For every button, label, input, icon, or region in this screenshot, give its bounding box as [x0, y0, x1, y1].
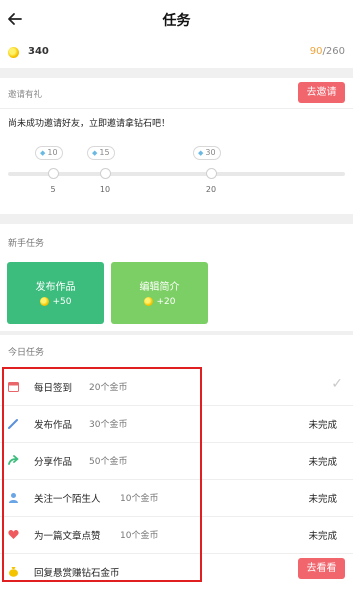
invite-label: 邀请有礼 [8, 90, 43, 100]
coin-summary: 340 90/260 [0, 40, 353, 68]
task-name: 分享作品 [34, 457, 73, 468]
task-status: 未完成 [308, 457, 337, 468]
newbie-card-name: 编辑简介 [139, 282, 180, 293]
task-row-publish[interactable]: 发布作品 30个金币 未完成 [0, 405, 353, 443]
milestone-reward-3: ◆ 30 [193, 146, 221, 160]
checkmark-icon: ✓ [331, 376, 343, 392]
money-bag-icon [9, 567, 18, 577]
milestone-node-2 [100, 168, 111, 179]
newbie-card-name: 发布作品 [35, 282, 76, 293]
task-row-like[interactable]: 为一篇文章点赞 10个金币 未完成 [0, 516, 353, 554]
task-name: 每日签到 [34, 383, 73, 394]
coin-icon [8, 47, 19, 58]
coin-progress: 90/260 [310, 46, 345, 57]
divider [0, 108, 353, 109]
milestone-node-1 [48, 168, 59, 179]
person-icon [9, 493, 18, 503]
milestone-label-2: 10 [99, 185, 111, 194]
pencil-icon [8, 419, 18, 429]
invite-button[interactable]: 去邀请 [298, 82, 345, 103]
task-row-share[interactable]: 分享作品 50个金币 未完成 [0, 442, 353, 480]
page-title: 任务 [162, 13, 191, 29]
newbie-card-reward: +20 [111, 297, 208, 307]
task-row-follow[interactable]: 关注一个陌生人 10个金币 未完成 [0, 479, 353, 517]
task-status: 未完成 [308, 420, 337, 431]
coin-count: 340 [28, 46, 49, 57]
newbie-card-reward: +50 [7, 297, 104, 307]
task-name: 回复悬赏赚钻石金币 [34, 568, 120, 579]
coin-icon [143, 297, 153, 306]
task-reward: 30个金币 [89, 420, 128, 430]
heart-icon [8, 530, 19, 539]
diamond-icon: ◆ [92, 149, 98, 157]
milestone-reward-2: ◆ 15 [87, 146, 115, 160]
section-title-daily: 今日任务 [8, 348, 45, 358]
milestone-node-3 [206, 168, 217, 179]
coin-progress-total: /260 [322, 46, 345, 57]
newbie-card-edit-bio[interactable]: 编辑简介 +20 [111, 262, 208, 324]
diamond-icon: ◆ [198, 149, 204, 157]
task-name: 为一篇文章点赞 [34, 531, 101, 542]
milestone-label-1: 5 [50, 185, 56, 194]
share-arrow-icon [8, 455, 19, 465]
task-row-bounty[interactable]: 回复悬赏赚钻石金币 去看看 [0, 553, 353, 590]
coin-icon [39, 297, 49, 306]
task-reward: 10个金币 [120, 494, 159, 504]
milestone-reward-1: ◆ 10 [35, 146, 63, 160]
coin-progress-current: 90 [309, 46, 323, 57]
milestone-label-3: 20 [205, 185, 217, 194]
task-reward: 20个金币 [89, 383, 128, 393]
task-status: 未完成 [308, 531, 337, 542]
newbie-card-publish[interactable]: 发布作品 +50 [7, 262, 104, 324]
task-name: 发布作品 [34, 420, 73, 431]
top-bar: 任务 [0, 0, 353, 40]
invite-description: 尚未成功邀请好友，立即邀请拿钻石吧！ [8, 119, 171, 129]
task-row-checkin[interactable]: 每日签到 20个金币 ✓ [0, 368, 353, 406]
task-reward: 10个金币 [120, 531, 159, 541]
section-title-newbie: 新手任务 [8, 239, 45, 249]
go-look-button[interactable]: 去看看 [298, 558, 345, 579]
invite-card: 邀请有礼 去邀请 尚未成功邀请好友，立即邀请拿钻石吧！ ◆ 10 5 ◆ 15 10… [0, 78, 353, 214]
diamond-icon: ◆ [40, 149, 46, 157]
task-name: 关注一个陌生人 [34, 494, 101, 505]
calendar-icon [8, 382, 19, 392]
task-status: 未完成 [308, 494, 337, 505]
task-reward: 50个金币 [89, 457, 128, 467]
